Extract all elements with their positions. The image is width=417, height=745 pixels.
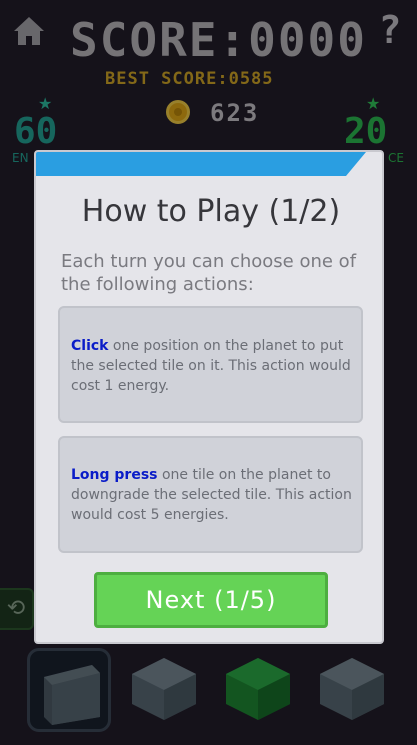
action-description: Long press one tile on the planet to dow… [71, 465, 356, 525]
dialog-header-bar [36, 152, 366, 176]
next-button[interactable]: Next (1/5) [94, 572, 328, 628]
dialog-title: How to Play (1/2) [81, 194, 341, 229]
action-card-click: Click one position on the planet to put … [58, 306, 363, 423]
action-detail: one position on the planet to put the se… [71, 338, 351, 394]
dialog-intro: Each turn you can choose one of the foll… [61, 251, 357, 295]
how-to-play-dialog: How to Play (1/2) Each turn you can choo… [34, 150, 384, 644]
action-card-long-press: Long press one tile on the planet to dow… [58, 436, 363, 553]
action-keyword: Long press [71, 467, 158, 483]
action-description: Click one position on the planet to put … [71, 336, 356, 396]
action-keyword: Click [71, 338, 109, 354]
